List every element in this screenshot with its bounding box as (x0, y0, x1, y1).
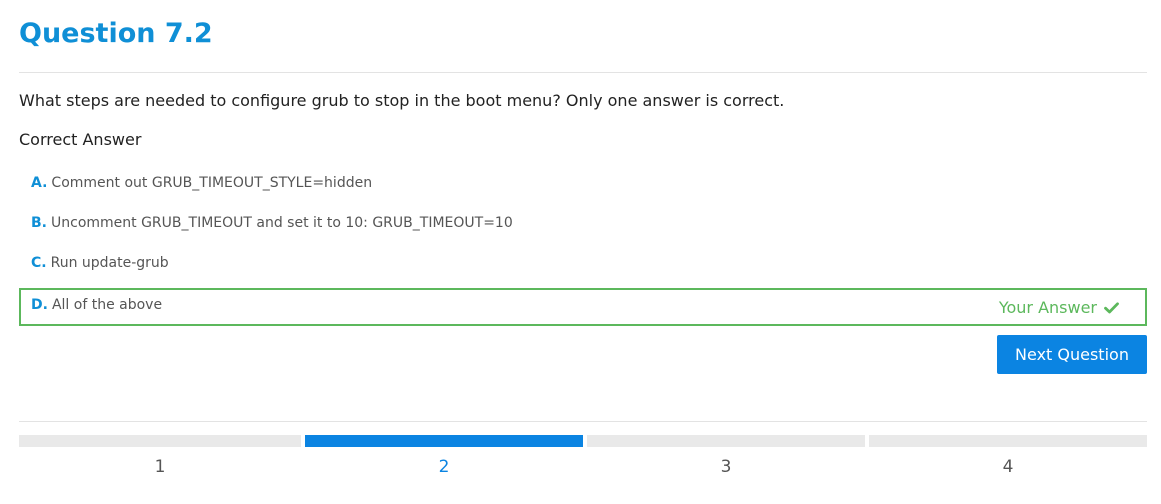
option-text: Comment out GRUB_TIMEOUT_STYLE=hidden (51, 175, 373, 191)
answer-option-a: A. Comment out GRUB_TIMEOUT_STYLE=hidden (19, 165, 1147, 203)
answer-option-c: C. Run update-grub (19, 245, 1147, 283)
option-text: All of the above (51, 297, 163, 313)
option-text: Uncomment GRUB_TIMEOUT and set it to 10:… (51, 215, 513, 231)
progress-divider (19, 421, 1147, 422)
progress-step-bar (305, 435, 583, 447)
result-label: Correct Answer (19, 130, 142, 149)
question-text: What steps are needed to configure grub … (19, 91, 785, 110)
progress-step-number: 4 (1002, 457, 1014, 477)
progress-step-number: 3 (720, 457, 732, 477)
progress-step-4[interactable]: 4 (869, 435, 1147, 485)
title-divider (19, 72, 1147, 73)
next-question-button[interactable]: Next Question (997, 335, 1147, 374)
question-progress: 1 2 3 4 (19, 435, 1147, 495)
option-text: Run update-grub (50, 255, 169, 271)
progress-step-2[interactable]: 2 (305, 435, 583, 485)
checkmark-icon (1104, 302, 1119, 314)
option-letter: C. (31, 255, 47, 271)
progress-step-bar (19, 435, 301, 447)
progress-step-number: 2 (438, 457, 450, 477)
option-letter: B. (31, 215, 47, 231)
option-letter: A. (31, 175, 48, 191)
question-title: Question 7.2 (19, 18, 213, 49)
progress-step-3[interactable]: 3 (587, 435, 865, 485)
your-answer-badge: Your Answer (999, 297, 1119, 319)
answer-option-d: D. All of the above Your Answer (19, 288, 1147, 326)
progress-step-number: 1 (154, 457, 166, 477)
option-letter: D. (31, 297, 48, 313)
answer-option-b: B. Uncomment GRUB_TIMEOUT and set it to 1… (19, 205, 1147, 243)
progress-step-bar (587, 435, 865, 447)
your-answer-label: Your Answer (998, 298, 1097, 317)
progress-step-bar (869, 435, 1147, 447)
progress-step-1[interactable]: 1 (19, 435, 301, 485)
